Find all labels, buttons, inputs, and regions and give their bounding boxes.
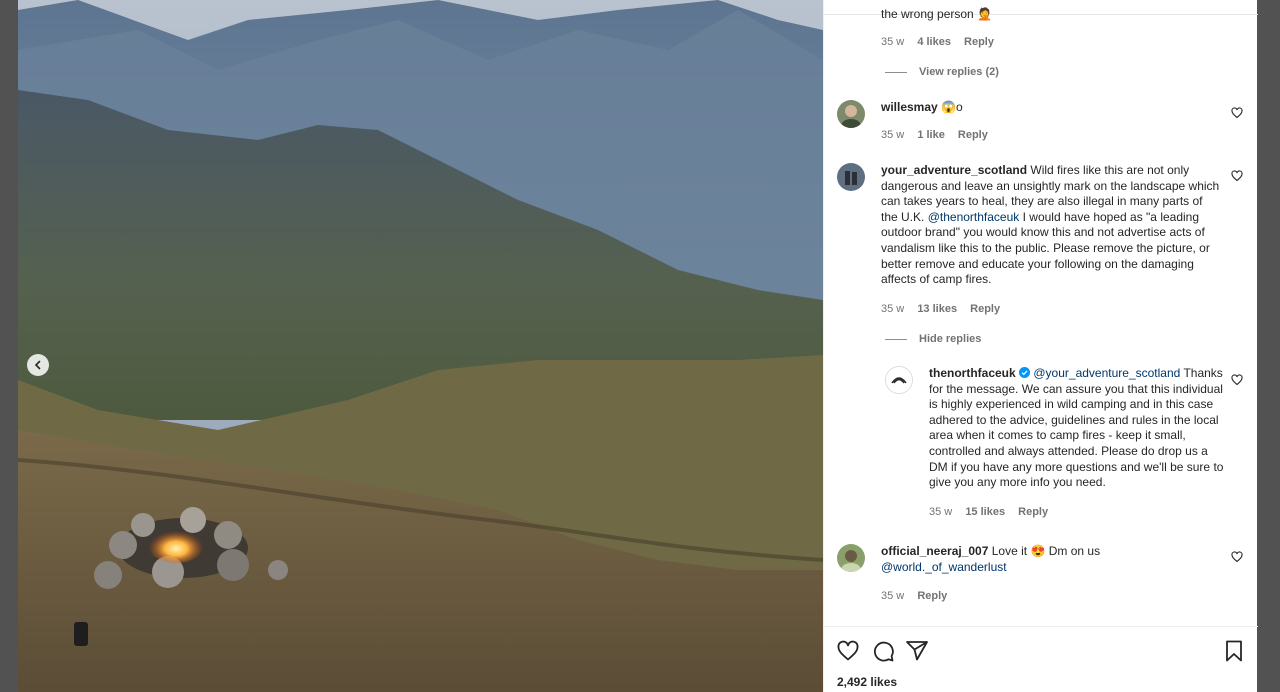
emoji: 😍 xyxy=(1030,544,1046,558)
like-comment-heart-icon[interactable] xyxy=(1231,551,1243,563)
comment-likes-count[interactable]: 13 likes xyxy=(917,303,957,315)
comment-likes-count[interactable]: 15 likes xyxy=(965,506,1005,518)
comment-text-partial: the wrong person xyxy=(881,7,974,21)
mug xyxy=(74,622,88,646)
reply-button[interactable]: Reply xyxy=(917,590,947,602)
landscape-photo xyxy=(18,0,823,692)
heart-icon[interactable] xyxy=(836,639,860,663)
comment-body: Love it xyxy=(991,544,1028,558)
like-comment-heart-icon[interactable] xyxy=(1231,374,1243,386)
comment-meta: 35 w Reply xyxy=(881,590,957,602)
comment-body: Thanks for the message. We can assure yo… xyxy=(929,366,1224,490)
comment-time: 35 w xyxy=(881,303,905,315)
post-actions: 2,492 likes xyxy=(824,626,1258,692)
comment-meta: 35 w 13 likes Reply xyxy=(881,303,1010,315)
hide-replies-button[interactable]: Hide replies xyxy=(885,333,981,345)
comment-text: your_adventure_scotland Wild fires like … xyxy=(881,163,1221,288)
comment-likes-count[interactable]: 1 like xyxy=(917,129,945,141)
comment-username[interactable]: willesmay xyxy=(881,100,938,114)
comment-username[interactable]: official_neeraj_007 xyxy=(881,544,988,558)
mention-link[interactable]: @thenorthfaceuk xyxy=(928,210,1020,224)
avatar[interactable] xyxy=(885,366,913,394)
avatar[interactable] xyxy=(837,544,865,572)
reply-button[interactable]: Reply xyxy=(970,303,1000,315)
comment-text: willesmay 😱o xyxy=(881,100,1221,116)
comment-time: 35 w xyxy=(881,590,905,602)
hide-replies-label: Hide replies xyxy=(919,333,982,345)
comment-meta: 35 w 15 likes Reply xyxy=(929,506,1058,518)
reply-button[interactable]: Reply xyxy=(1018,506,1048,518)
share-icon[interactable] xyxy=(905,639,929,663)
comment-time: 35 w xyxy=(881,129,905,141)
post-photo xyxy=(18,0,823,692)
comment-body: 😱o xyxy=(941,100,963,114)
chevron-left-icon xyxy=(34,360,41,370)
previous-image-button[interactable] xyxy=(27,354,49,376)
comment-text: official_neeraj_007 Love it 😍 Dm on us @… xyxy=(881,544,1221,575)
like-comment-heart-icon[interactable] xyxy=(1231,170,1243,182)
emoji: 🤦 xyxy=(977,7,993,21)
comment-username[interactable]: your_adventure_scotland xyxy=(881,163,1027,177)
comment-body-continued: Dm on us xyxy=(1048,544,1101,558)
view-replies-button[interactable]: View replies (2) xyxy=(885,66,999,78)
comment-time: 35 w xyxy=(881,36,905,48)
bookmark-icon[interactable] xyxy=(1222,639,1246,663)
mention-link[interactable]: @world._of_wanderlust xyxy=(881,560,1007,574)
reply-button[interactable]: Reply xyxy=(958,129,988,141)
view-replies-label: View replies (2) xyxy=(919,66,999,78)
comment-list: the wrong person 🤦 35 w 4 likes Reply Vi… xyxy=(824,0,1258,626)
reply-text: thenorthfaceuk @your_adventure_scotland … xyxy=(929,366,1225,491)
mention-link[interactable]: @your_adventure_scotland xyxy=(1033,366,1180,380)
comment-username[interactable]: thenorthfaceuk xyxy=(929,366,1016,380)
avatar[interactable] xyxy=(837,100,865,128)
comment-meta: 35 w 4 likes Reply xyxy=(881,36,1004,48)
comments-panel: the wrong person 🤦 35 w 4 likes Reply Vi… xyxy=(823,0,1258,692)
comment-time: 35 w xyxy=(929,506,953,518)
reply-button[interactable]: Reply xyxy=(964,36,994,48)
avatar[interactable] xyxy=(837,163,865,191)
comment-text: the wrong person 🤦 xyxy=(881,7,1221,23)
verified-badge-icon xyxy=(1019,367,1031,378)
comment-meta: 35 w 1 like Reply xyxy=(881,129,998,141)
likes-count[interactable]: 2,492 likes xyxy=(837,675,897,689)
like-comment-heart-icon[interactable] xyxy=(1231,107,1243,119)
comment-likes-count[interactable]: 4 likes xyxy=(917,36,951,48)
comment-icon[interactable] xyxy=(871,639,895,663)
